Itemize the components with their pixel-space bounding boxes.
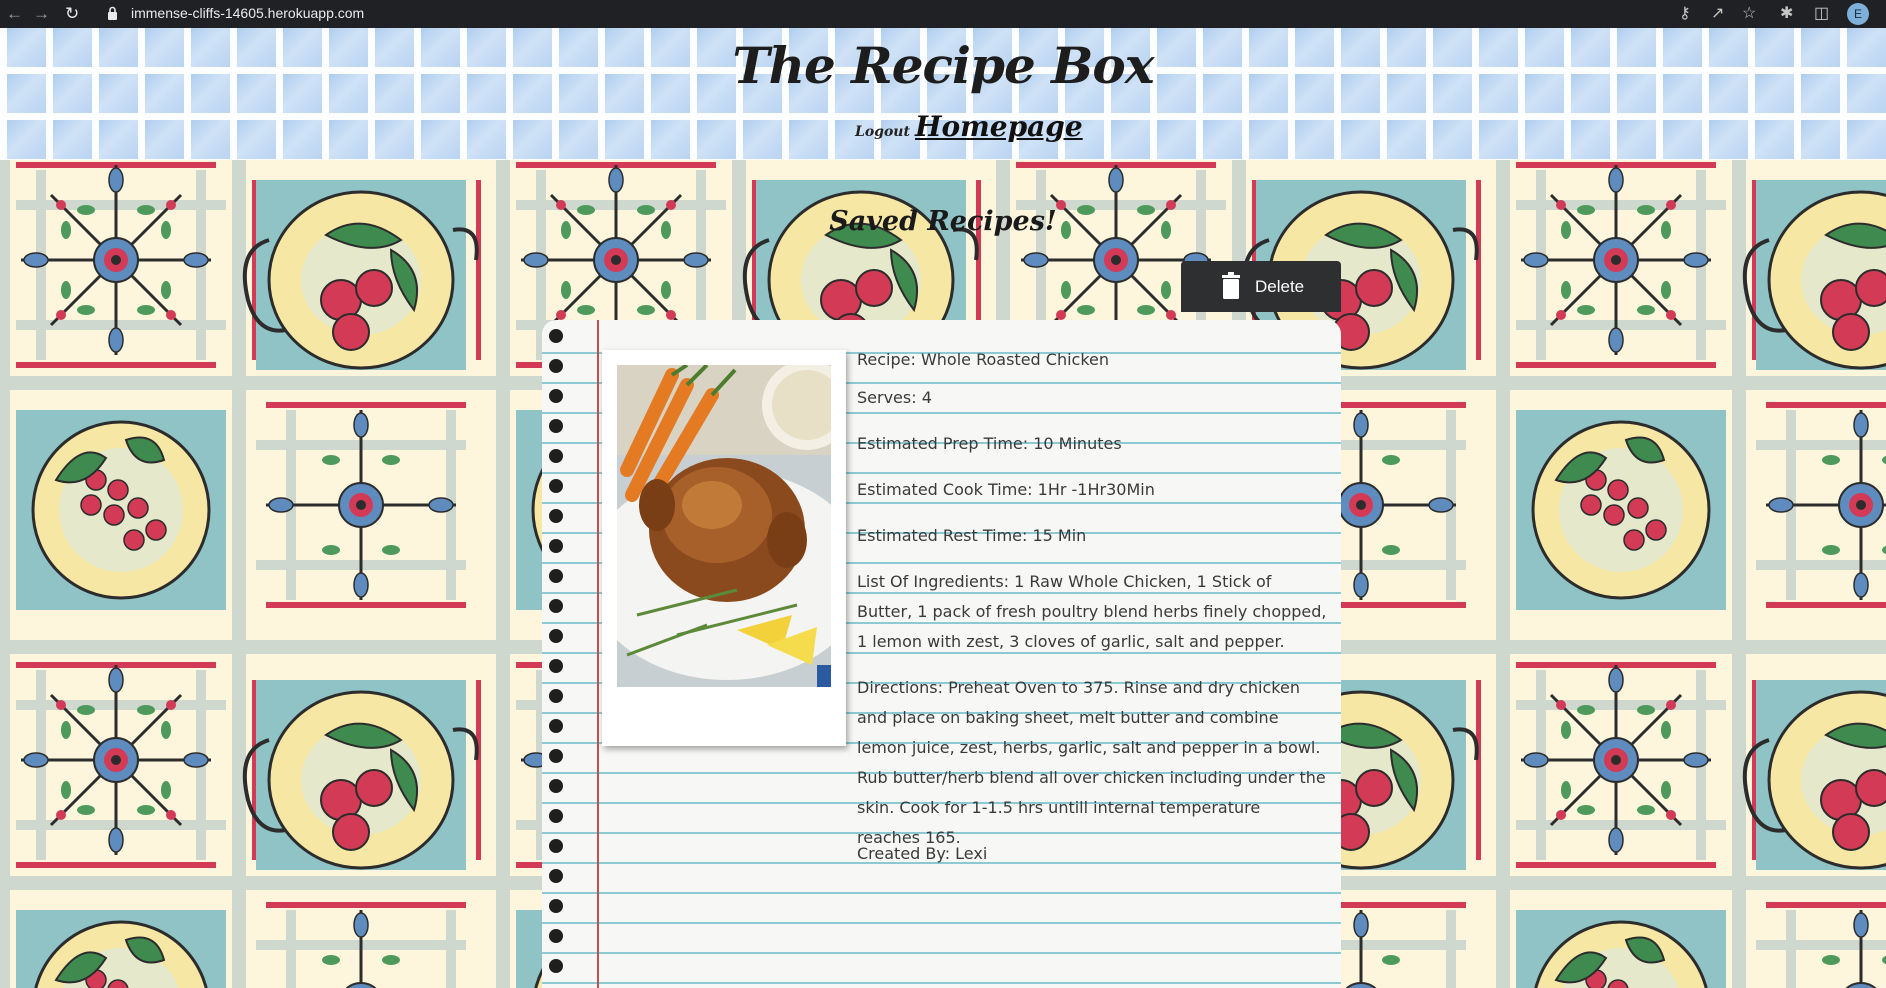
binder-hole — [549, 569, 563, 583]
recipe-ingredients: List Of Ingredients: 1 Raw Whole Chicken… — [857, 572, 1327, 651]
recipe-name: Recipe: Whole Roasted Chicken — [857, 350, 1110, 369]
binder-hole — [549, 959, 563, 973]
notebook-margin-line — [597, 320, 599, 988]
binder-hole — [549, 719, 563, 733]
binder-hole — [549, 779, 563, 793]
binder-hole — [549, 419, 563, 433]
recipe-author: Created By: Lexi — [857, 844, 988, 863]
forward-arrow-icon[interactable]: → — [33, 4, 50, 24]
binder-hole — [549, 329, 563, 343]
binder-hole — [549, 749, 563, 763]
back-arrow-icon[interactable]: ← — [6, 4, 23, 24]
binder-hole — [549, 629, 563, 643]
binder-hole — [549, 929, 563, 943]
extensions-icon[interactable]: ✱ — [1780, 4, 1793, 24]
homepage-link[interactable]: Homepage — [915, 110, 1083, 143]
binder-hole — [549, 659, 563, 673]
profile-avatar[interactable]: E — [1847, 3, 1869, 25]
recipe-prep-time: Estimated Prep Time: 10 Minutes — [857, 434, 1122, 453]
binder-hole — [549, 899, 563, 913]
binder-hole — [549, 449, 563, 463]
lock-icon[interactable] — [107, 6, 118, 21]
delete-button[interactable]: Delete — [1181, 261, 1341, 312]
recipe-card: Recipe: Whole Roasted Chicken Serves: 4 … — [542, 320, 1341, 988]
roasted-chicken-image — [617, 365, 831, 687]
key-icon[interactable]: ⚷ — [1679, 4, 1691, 24]
recipe-rest-time: Estimated Rest Time: 15 Min — [857, 526, 1087, 545]
share-icon[interactable]: ↗ — [1711, 4, 1724, 24]
binder-hole — [549, 809, 563, 823]
recipe-directions: Directions: Preheat Oven to 375. Rinse a… — [857, 678, 1326, 847]
saved-recipes-heading: Saved Recipes! — [829, 206, 1057, 237]
binder-hole — [549, 839, 563, 853]
sidebar-icon[interactable]: ◫ — [1814, 4, 1829, 24]
recipe-photo — [617, 365, 831, 687]
address-bar-url[interactable]: immense-cliffs-14605.herokuapp.com — [131, 5, 364, 21]
recipe-cook-time: Estimated Cook Time: 1Hr -1Hr30Min — [857, 480, 1155, 499]
binder-hole — [549, 599, 563, 613]
browser-toolbar: ← → ↻ immense-cliffs-14605.herokuapp.com… — [0, 0, 1886, 28]
binder-hole — [549, 539, 563, 553]
delete-button-label: Delete — [1255, 277, 1305, 296]
binder-hole — [549, 479, 563, 493]
reload-icon[interactable]: ↻ — [65, 4, 79, 24]
star-icon[interactable]: ☆ — [1742, 4, 1756, 24]
binder-hole — [549, 359, 563, 373]
recipe-serves: Serves: 4 — [857, 388, 932, 407]
trash-icon — [1222, 272, 1240, 299]
binder-hole — [549, 509, 563, 523]
binder-hole — [549, 389, 563, 403]
binder-hole — [549, 869, 563, 883]
site-title: The Recipe Box — [732, 36, 1154, 95]
recipe-photo-frame — [602, 350, 846, 746]
binder-hole — [549, 689, 563, 703]
logout-link[interactable]: Logout — [855, 124, 910, 140]
